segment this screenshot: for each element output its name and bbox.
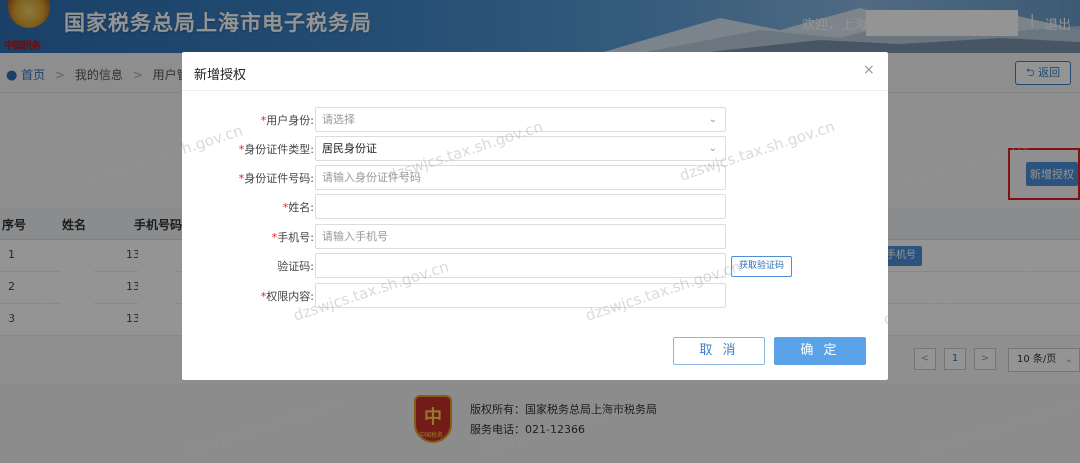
permission-label: 权限内容: — [266, 290, 314, 303]
id-number-label: 身份证件号码: — [244, 172, 314, 185]
add-authorization-dialog: 新增授权 × *用户身份: 请选择 ⌄ *身份证件类型: 居民身份证 ⌄ *身份… — [182, 52, 888, 380]
permission-input[interactable] — [315, 283, 726, 308]
verification-code-label: 验证码: — [277, 260, 314, 273]
field-label: *权限内容: — [261, 288, 314, 304]
cancel-button[interactable]: 取 消 — [673, 337, 765, 365]
user-identity-label: 用户身份: — [266, 114, 314, 127]
name-label: 姓名: — [288, 201, 314, 214]
verification-code-input[interactable] — [315, 253, 726, 278]
id-number-placeholder: 请输入身份证件号码 — [322, 171, 421, 184]
id-number-input[interactable]: 请输入身份证件号码 — [315, 165, 726, 190]
dialog-divider — [182, 90, 888, 91]
chevron-down-icon: ⌄ — [708, 114, 717, 125]
id-type-label: 身份证件类型: — [244, 143, 314, 156]
id-type-value: 居民身份证 — [322, 142, 377, 155]
phone-input[interactable]: 请输入手机号 — [315, 224, 726, 249]
form-row-id-type: *身份证件类型: 居民身份证 ⌄ — [182, 136, 888, 162]
get-verification-code-button[interactable]: 获取验证码 — [731, 256, 792, 277]
field-label: 验证码: — [277, 258, 314, 274]
form-row-name: *姓名: — [182, 194, 888, 220]
chevron-down-icon: ⌄ — [708, 143, 717, 154]
form-row-user-identity: *用户身份: 请选择 ⌄ — [182, 107, 888, 133]
user-identity-select[interactable]: 请选择 ⌄ — [315, 107, 726, 132]
field-label: *身份证件类型: — [239, 141, 314, 157]
id-type-select[interactable]: 居民身份证 ⌄ — [315, 136, 726, 161]
field-label: *手机号: — [272, 229, 314, 245]
field-label: *姓名: — [283, 199, 314, 215]
dialog-title: 新增授权 — [194, 68, 247, 83]
form-row-permission: *权限内容: — [182, 283, 888, 309]
form-row-id-number: *身份证件号码: 请输入身份证件号码 — [182, 165, 888, 191]
user-identity-placeholder: 请选择 — [322, 113, 355, 126]
phone-label: 手机号: — [277, 231, 314, 244]
phone-placeholder: 请输入手机号 — [322, 230, 388, 243]
field-label: *用户身份: — [261, 112, 314, 128]
close-icon[interactable]: × — [863, 62, 875, 78]
form-row-phone: *手机号: 请输入手机号 — [182, 224, 888, 250]
confirm-button[interactable]: 确 定 — [774, 337, 866, 365]
field-label: *身份证件号码: — [239, 170, 314, 186]
name-input[interactable] — [315, 194, 726, 219]
form-row-verification-code: 验证码: 获取验证码 — [182, 253, 888, 279]
